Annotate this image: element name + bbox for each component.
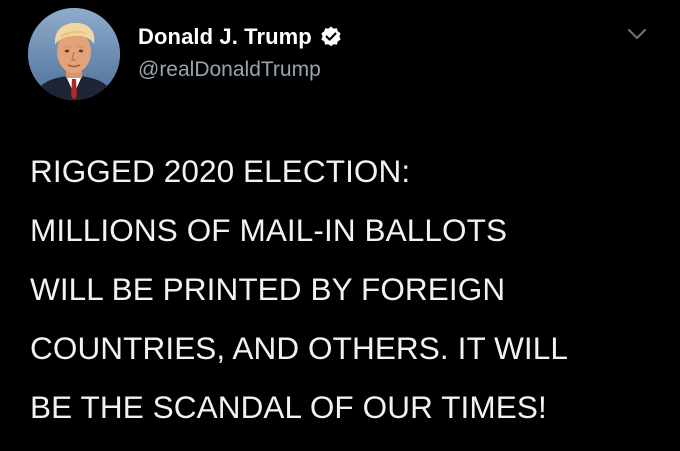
author-name-row[interactable]: Donald J. Trump bbox=[138, 24, 343, 50]
avatar[interactable] bbox=[28, 8, 120, 100]
verified-badge-icon bbox=[319, 25, 343, 49]
tweet-text-line: COUNTRIES, AND OTHERS. IT WILL bbox=[30, 330, 568, 366]
author-handle[interactable]: @realDonaldTrump bbox=[138, 58, 321, 82]
tweet-text-line: MILLIONS OF MAIL-IN BALLOTS bbox=[30, 212, 508, 248]
author-display-name[interactable]: Donald J. Trump bbox=[138, 24, 312, 50]
chevron-down-icon[interactable] bbox=[626, 26, 648, 42]
avatar-photo bbox=[28, 8, 120, 100]
tweet-text: RIGGED 2020 ELECTION: MILLIONS OF MAIL-I… bbox=[30, 142, 660, 437]
tweet-text-line: BE THE SCANDAL OF OUR TIMES! bbox=[30, 389, 547, 425]
tweet-text-line: WILL BE PRINTED BY FOREIGN bbox=[30, 271, 506, 307]
tweet-text-line: RIGGED 2020 ELECTION: bbox=[30, 153, 411, 189]
tweet-card: Donald J. Trump @realDonaldTrump RIGGED … bbox=[0, 0, 680, 451]
